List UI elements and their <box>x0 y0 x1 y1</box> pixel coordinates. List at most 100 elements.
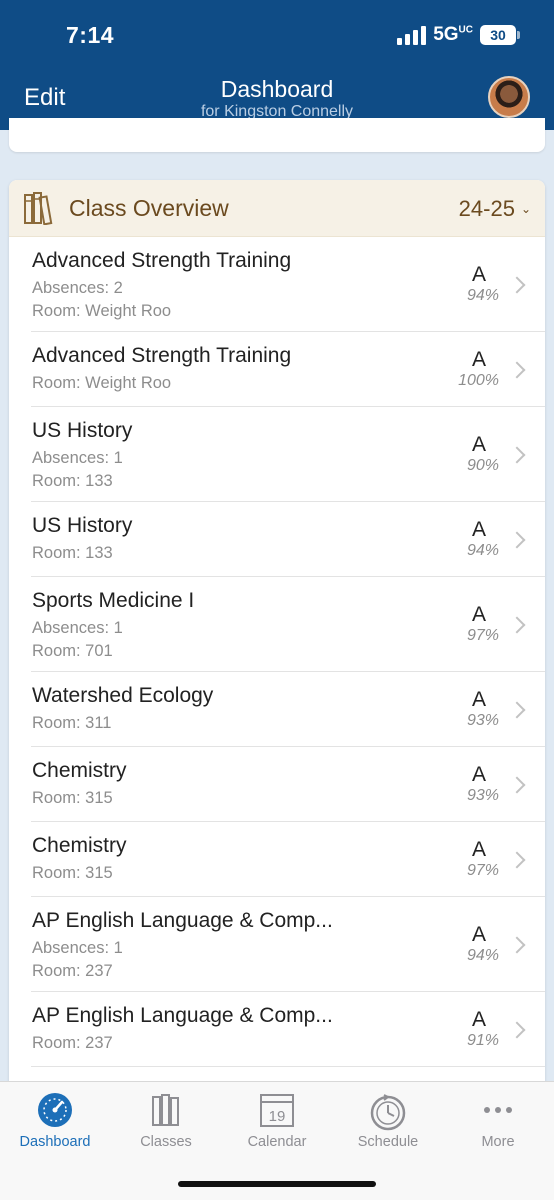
grade-block: A 94% <box>439 518 499 560</box>
more-icon <box>484 1107 512 1113</box>
grade-letter: A <box>471 433 486 456</box>
class-detail: Room: 311 <box>32 714 112 732</box>
class-detail: Absences: 1 <box>32 619 123 637</box>
grade-percent: 91% <box>466 1032 499 1049</box>
grade-percent: 94% <box>466 542 499 559</box>
chevron-right-icon <box>508 701 526 718</box>
class-name: Advanced Strength Training <box>32 344 292 367</box>
class-detail: Absences: 1 <box>32 939 123 957</box>
class-name: AP English Language & Comp... <box>32 1004 333 1027</box>
class-detail: Room: Weight Roo <box>32 374 172 392</box>
class-name: US History <box>32 514 133 537</box>
grade-letter: A <box>471 1008 486 1031</box>
grade-block: A 94% <box>439 923 499 965</box>
year-value: 24-25 <box>458 196 515 221</box>
nav-header: 7:14 5GUC 30 Edit Dashboard for Kingston… <box>0 0 554 130</box>
avatar[interactable] <box>488 76 530 118</box>
class-row[interactable]: US History Absences: 1 Room: 133 A 90% <box>31 407 545 502</box>
class-detail: Room: 701 <box>32 642 113 660</box>
chevron-right-icon <box>508 446 526 463</box>
tab-more[interactable]: More <box>443 1092 553 1150</box>
class-row[interactable]: US History Room: 133 A 94% <box>31 502 545 577</box>
grade-block: A 97% <box>439 838 499 880</box>
class-name: Sports Medicine I <box>32 589 195 612</box>
grade-percent: 93% <box>466 787 499 804</box>
home-indicator <box>178 1181 376 1187</box>
class-row[interactable]: Advanced Strength Training Absences: 2 Roo… <box>31 237 545 332</box>
class-name: Watershed Ecology <box>32 684 214 707</box>
books-icon <box>24 192 53 225</box>
battery-icon: 30 <box>480 25 520 45</box>
page-title: Dashboard <box>220 76 334 102</box>
class-row[interactable]: Sports Medicine I Absences: 1 Room: 701 A 97… <box>31 577 545 672</box>
tab-label: Dashboard <box>19 1134 91 1150</box>
previous-card <box>9 118 545 152</box>
grade-letter: A <box>471 923 486 946</box>
class-name: Advanced Strength Training <box>32 249 292 272</box>
grade-percent: 93% <box>466 712 499 729</box>
chevron-down-icon: ⌄ <box>520 202 531 216</box>
chevron-right-icon <box>508 531 526 548</box>
class-detail: Absences: 1 <box>32 449 123 467</box>
class-name: Chemistry <box>32 834 127 857</box>
tab-label: Calendar <box>247 1134 307 1150</box>
class-name: Chemistry <box>32 759 127 782</box>
grade-letter: A <box>471 518 486 541</box>
dashboard-icon <box>38 1093 72 1127</box>
chevron-right-icon <box>508 276 526 293</box>
class-overview-title: Class Overview <box>69 194 229 221</box>
class-row[interactable]: AP English Language & Comp... Absences: 1… <box>31 897 545 992</box>
grade-letter: A <box>471 263 486 286</box>
grade-block: A 93% <box>439 763 499 805</box>
chevron-right-icon <box>508 851 526 868</box>
class-row[interactable]: Chemistry Room: 315 A 93% <box>31 747 545 822</box>
class-detail: Room: 133 <box>32 544 113 562</box>
status-indicators: 5GUC 30 <box>397 24 520 46</box>
chevron-right-icon <box>508 616 526 633</box>
grade-letter: A <box>471 763 486 786</box>
grade-block: A 97% <box>439 603 499 645</box>
tab-label: Classes <box>140 1134 192 1150</box>
tab-label: More <box>481 1134 515 1150</box>
class-detail: Absences: 2 <box>32 279 123 297</box>
tab-classes[interactable]: Classes <box>111 1092 221 1150</box>
chevron-right-icon <box>508 776 526 793</box>
grade-block: A 94% <box>439 263 499 305</box>
class-overview-card: Class Overview 24-25 ⌄ Advanced Strength… <box>9 180 545 1100</box>
chevron-right-icon <box>508 361 526 378</box>
class-row[interactable]: Chemistry Room: 315 A 97% <box>31 822 545 897</box>
tab-schedule[interactable]: Schedule <box>333 1092 443 1150</box>
grade-letter: A <box>471 688 486 711</box>
grade-percent: 97% <box>466 627 499 644</box>
tab-label: Schedule <box>357 1134 419 1150</box>
class-detail: Room: Weight Roo <box>32 302 172 320</box>
class-detail: Room: 133 <box>32 472 113 490</box>
grade-block: A 93% <box>439 688 499 730</box>
class-row[interactable]: Advanced Strength Training Room: Weight R… <box>31 332 545 407</box>
class-name: US History <box>32 419 133 442</box>
classes-icon <box>152 1094 179 1126</box>
chevron-right-icon <box>508 1021 526 1038</box>
grade-block: A 90% <box>439 433 499 475</box>
grade-block: A 100% <box>439 348 499 390</box>
class-list: Advanced Strength Training Absences: 2 Roo… <box>9 237 545 1067</box>
signal-icon <box>397 25 427 45</box>
grade-percent: 100% <box>458 372 499 389</box>
grade-percent: 90% <box>466 457 499 474</box>
grade-block: A 91% <box>439 1008 499 1050</box>
network-type: 5GUC <box>433 24 473 45</box>
status-time: 7:14 <box>66 22 115 48</box>
year-selector[interactable]: 24-25 ⌄ <box>459 196 531 222</box>
calendar-icon: 19 <box>260 1094 294 1127</box>
class-detail: Room: 315 <box>32 864 113 882</box>
schedule-icon <box>370 1094 406 1131</box>
tab-calendar[interactable]: 19 Calendar <box>222 1092 332 1150</box>
grade-letter: A <box>471 838 486 861</box>
grade-percent: 94% <box>466 287 499 304</box>
class-name: AP English Language & Comp... <box>32 909 333 932</box>
class-row[interactable]: Watershed Ecology Room: 311 A 93% <box>31 672 545 747</box>
tab-dashboard[interactable]: Dashboard <box>0 1092 110 1150</box>
class-overview-header: Class Overview 24-25 ⌄ <box>9 180 545 237</box>
grade-percent: 97% <box>466 862 499 879</box>
class-row[interactable]: AP English Language & Comp... Room: 237 A 9… <box>31 992 545 1067</box>
